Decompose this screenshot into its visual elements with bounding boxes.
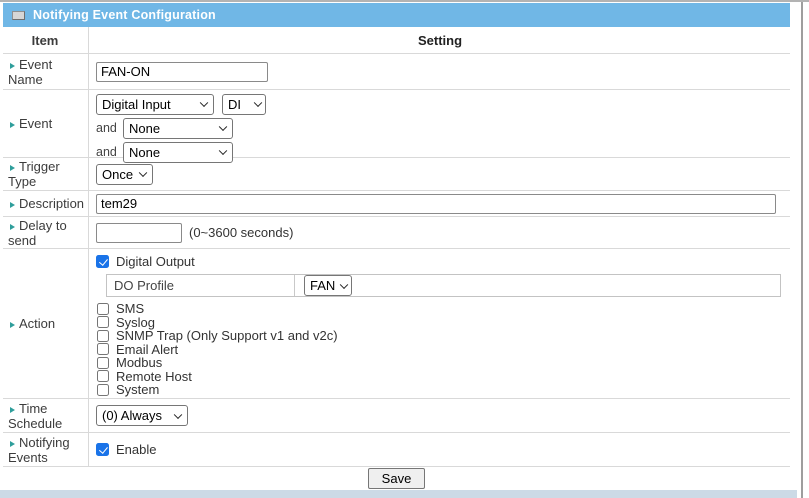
row-label-trigger-type: Trigger Type [3, 158, 89, 190]
remote-host-label: Remote Host [116, 370, 192, 383]
row-trigger-type: Trigger Type Once [3, 158, 790, 191]
delay-input[interactable] [96, 223, 182, 243]
email-alert-checkbox[interactable] [97, 343, 109, 355]
description-input[interactable] [96, 194, 776, 214]
do-profile-label: DO Profile [107, 275, 295, 296]
panel-title-bar: Notifying Event Configuration [3, 3, 790, 27]
bullet-icon [10, 224, 15, 230]
remote-host-checkbox[interactable] [97, 370, 109, 382]
trigger-type-select[interactable]: Once [96, 164, 153, 185]
enable-label: Enable [116, 442, 156, 457]
row-label-action: Action [3, 249, 89, 398]
bullet-icon [10, 63, 15, 69]
column-header-item: Item [3, 27, 89, 53]
modbus-checkbox[interactable] [97, 357, 109, 369]
syslog-checkbox[interactable] [97, 316, 109, 328]
digital-output-checkbox[interactable] [96, 255, 109, 268]
bullet-icon [10, 165, 15, 171]
browser-viewport: Notifying Event Configuration Item Setti… [0, 0, 809, 498]
bullet-icon [10, 202, 15, 208]
event-and1-select[interactable]: None [123, 118, 233, 139]
and-label: and [96, 145, 120, 159]
event-and2-select[interactable]: None [123, 142, 233, 163]
row-label-description: Description [3, 191, 89, 216]
sms-label: SMS [116, 302, 144, 315]
row-label-notifying-events: Notifying Events [3, 433, 89, 466]
bullet-icon [10, 441, 15, 447]
do-profile-subtable: DO Profile FAN [106, 274, 781, 297]
digital-output-label: Digital Output [116, 254, 195, 269]
email-alert-label: Email Alert [116, 343, 178, 356]
bullet-icon [10, 322, 15, 328]
right-edge-divider [801, 2, 803, 498]
bottom-bar [0, 490, 797, 498]
event-subtype-select[interactable]: DI [222, 94, 266, 115]
row-label-time-schedule: Time Schedule [3, 399, 89, 432]
bullet-icon [10, 122, 15, 128]
table-header-row: Item Setting [3, 27, 790, 54]
row-action: Action Digital Output DO Profile FAN S [3, 249, 790, 399]
snmp-trap-checkbox[interactable] [97, 330, 109, 342]
syslog-label: Syslog [116, 316, 155, 329]
and-label: and [96, 121, 120, 135]
snmp-trap-label: SNMP Trap (Only Support v1 and v2c) [116, 329, 338, 342]
row-event-name: Event Name [3, 54, 790, 90]
panel-title: Notifying Event Configuration [33, 8, 216, 22]
enable-checkbox[interactable] [96, 443, 109, 456]
save-button[interactable]: Save [368, 468, 426, 489]
notifying-event-config-panel: Notifying Event Configuration Item Setti… [3, 3, 790, 498]
bullet-icon [10, 407, 15, 413]
config-table: Item Setting Event Name Event [3, 27, 790, 467]
sms-checkbox[interactable] [97, 303, 109, 315]
system-label: System [116, 383, 159, 396]
delay-hint: (0~3600 seconds) [189, 225, 293, 240]
row-event: Event Digital Input DI and None and None [3, 90, 790, 158]
row-label-event: Event [3, 90, 89, 157]
save-row: Save [3, 467, 790, 490]
row-label-event-name: Event Name [3, 54, 89, 89]
event-type-select[interactable]: Digital Input [96, 94, 214, 115]
modbus-label: Modbus [116, 356, 162, 369]
row-delay-to-send: Delay to send (0~3600 seconds) [3, 217, 790, 249]
action-options-list: SMS Syslog SNMP Trap (Only Support v1 an… [96, 302, 784, 397]
row-label-delay-to-send: Delay to send [3, 217, 89, 248]
system-checkbox[interactable] [97, 384, 109, 396]
do-profile-select[interactable]: FAN [304, 275, 352, 296]
column-header-setting: Setting [89, 27, 790, 53]
window-icon [12, 11, 25, 20]
row-description: Description [3, 191, 790, 217]
row-time-schedule: Time Schedule (0) Always [3, 399, 790, 433]
row-notifying-events: Notifying Events Enable [3, 433, 790, 467]
event-name-input[interactable] [96, 62, 268, 82]
time-schedule-select[interactable]: (0) Always [96, 405, 188, 426]
